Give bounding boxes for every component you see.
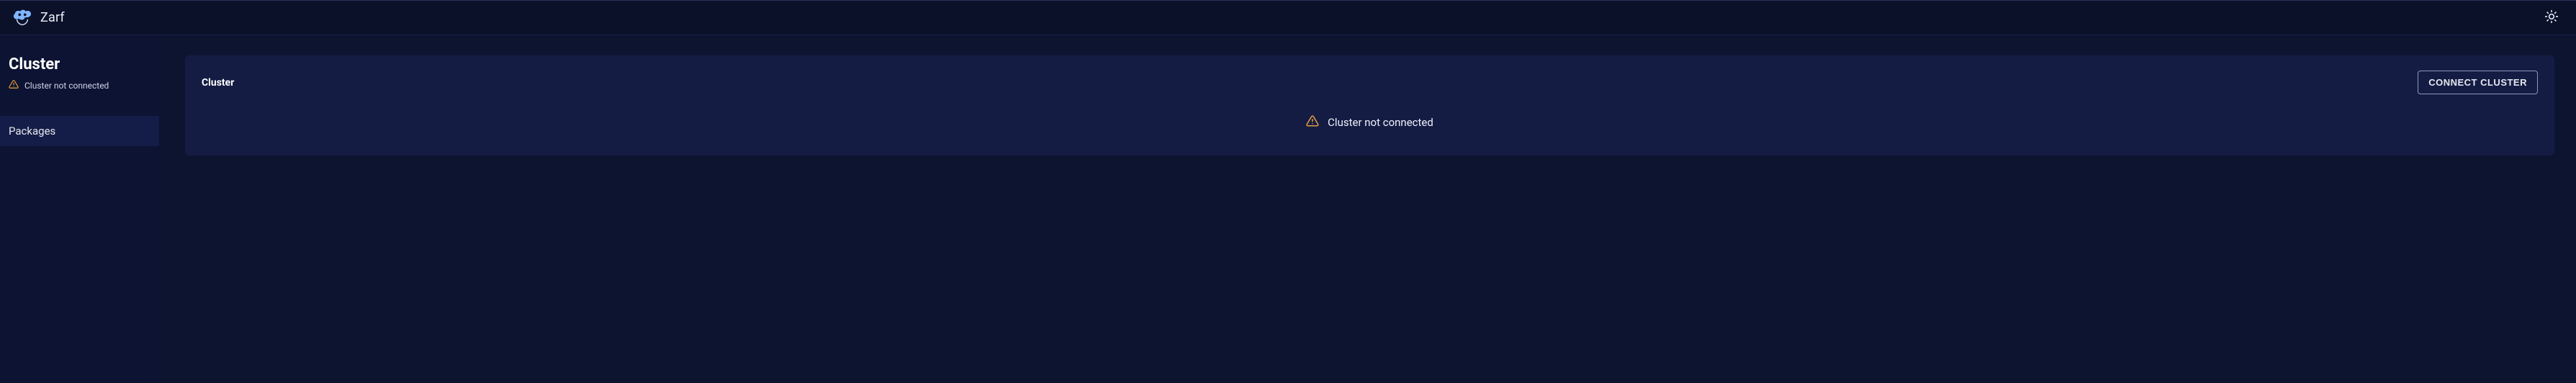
warning-icon [9, 79, 19, 91]
warning-icon [1306, 114, 1319, 130]
sidebar-status: Cluster not connected [0, 78, 159, 103]
sun-icon [2544, 9, 2559, 27]
sidebar-nav: Packages [0, 116, 159, 146]
brand: Zarf [12, 9, 65, 27]
zarf-logo-icon [12, 9, 33, 27]
panel-status-text: Cluster not connected [1328, 116, 1433, 129]
theme-toggle-button[interactable] [2540, 6, 2563, 30]
sidebar-title: Cluster [0, 55, 159, 78]
topbar: Zarf [0, 0, 2576, 35]
panel-title: Cluster [202, 77, 234, 89]
content: Cluster CONNECT CLUSTER Cluster not conn… [159, 35, 2576, 383]
sidebar-status-text: Cluster not connected [24, 81, 109, 91]
cluster-panel: Cluster CONNECT CLUSTER Cluster not conn… [185, 55, 2554, 156]
sidebar-item-packages[interactable]: Packages [0, 116, 159, 146]
brand-name: Zarf [40, 10, 65, 25]
sidebar: Cluster Cluster not connected Packages [0, 35, 159, 383]
panel-body: Cluster not connected [202, 94, 2538, 136]
panel-header: Cluster CONNECT CLUSTER [202, 71, 2538, 94]
connect-cluster-button[interactable]: CONNECT CLUSTER [2418, 71, 2538, 94]
sidebar-item-label: Packages [9, 125, 55, 138]
